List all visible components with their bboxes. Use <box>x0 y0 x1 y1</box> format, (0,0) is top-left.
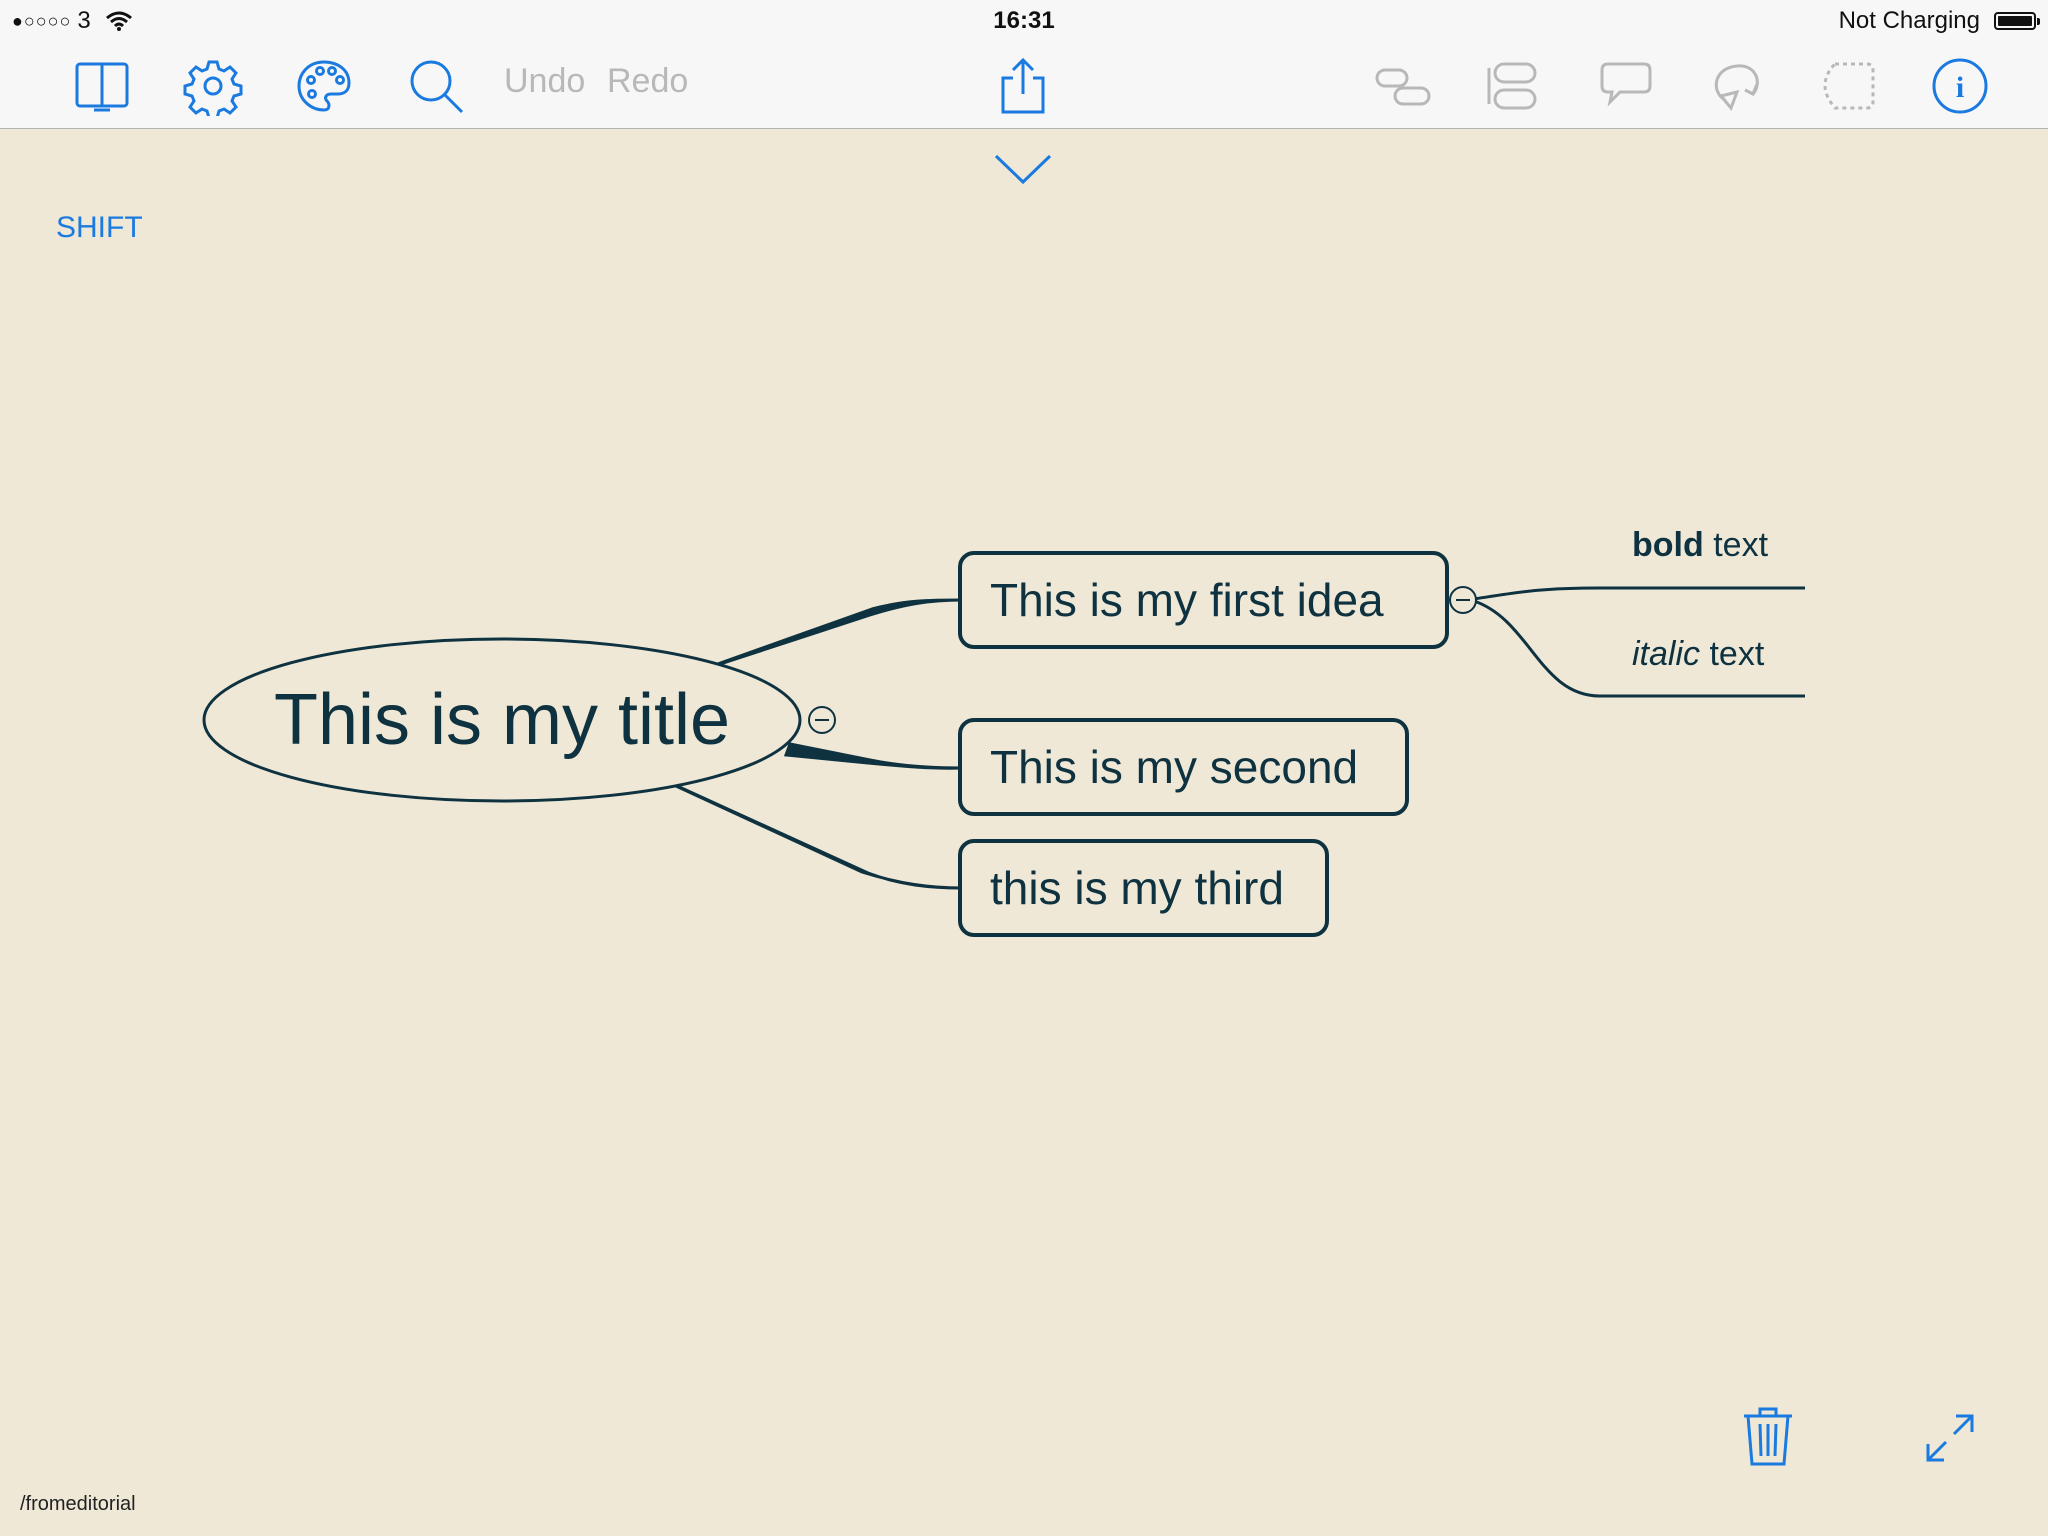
topic-label: this is my third <box>990 862 1284 914</box>
subtopic-node[interactable]: bold text <box>1632 526 1769 564</box>
branch-connector <box>707 598 963 670</box>
subtopic-label: italic text <box>1632 635 1765 673</box>
mindmap-canvas: This is my title This is my first idea T… <box>202 526 1805 937</box>
central-topic-label: This is my title <box>274 680 730 760</box>
file-path-label: /fromeditorial <box>20 1493 136 1515</box>
collapse-toggle[interactable] <box>808 706 836 734</box>
subtopic-node[interactable]: italic text <box>1632 635 1765 673</box>
topic-label: This is my first idea <box>990 574 1384 626</box>
branch-connector <box>663 778 963 890</box>
topic-label: This is my second <box>990 741 1358 793</box>
subtopic-label: bold text <box>1632 526 1769 564</box>
branch-connector <box>783 742 963 770</box>
trash-icon[interactable] <box>1738 1404 1798 1468</box>
expand-fullscreen-icon[interactable] <box>1922 1410 1978 1466</box>
topic-node[interactable]: this is my third <box>958 839 1329 937</box>
central-topic-node[interactable]: This is my title <box>202 637 802 803</box>
branch-connector <box>1473 586 1805 601</box>
collapse-toggle[interactable] <box>1449 586 1477 614</box>
topic-node[interactable]: This is my first idea <box>958 551 1449 649</box>
topic-node[interactable]: This is my second <box>958 718 1409 816</box>
